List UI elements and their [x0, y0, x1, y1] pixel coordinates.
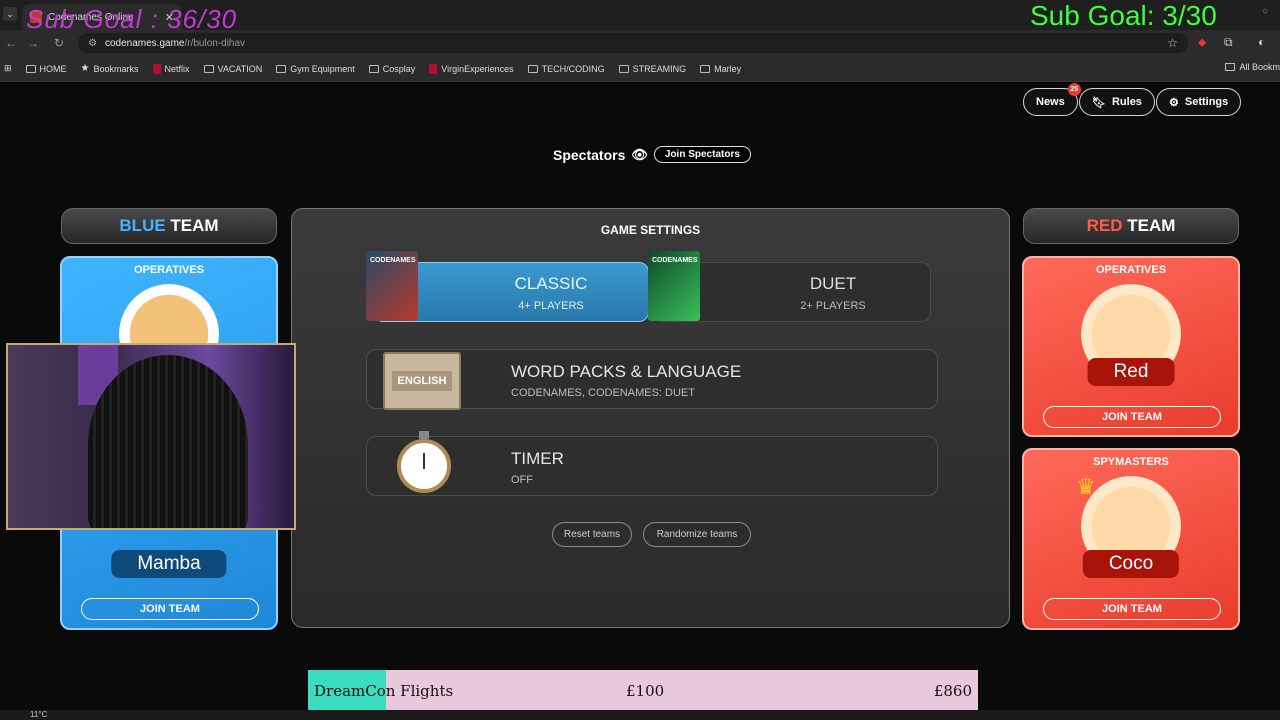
- blue-team-header: BLUE TEAM: [61, 208, 277, 244]
- virgin-icon: [429, 63, 438, 74]
- classic-title: CLASSIC: [514, 274, 588, 293]
- rules-button[interactable]: 🔖︎ Rules: [1079, 88, 1155, 116]
- word-packs-subtitle: CODENAMES, CODENAMES: DUET: [511, 387, 695, 399]
- forward-icon[interactable]: →: [26, 36, 40, 50]
- classic-subtitle: 4+ PLAYERS: [518, 300, 584, 312]
- blue-operatives-label: OPERATIVES: [133, 264, 205, 276]
- game-settings-title: GAME SETTINGS: [600, 223, 701, 237]
- eye-icon: 👁︎: [631, 146, 648, 162]
- folder-icon: [203, 64, 214, 73]
- profile-icon[interactable]: ◐: [1258, 35, 1265, 49]
- blue-spymaster-name: Mamba: [111, 550, 227, 578]
- blue-join-team-button[interactable]: JOIN TEAM: [81, 598, 259, 620]
- folder-icon: [1225, 63, 1236, 71]
- extensions-puzzle-icon[interactable]: ⧉: [1224, 35, 1233, 50]
- duet-title: DUET: [809, 274, 857, 293]
- timer-title: TIMER: [511, 449, 564, 468]
- red-team-header: RED TEAM: [1023, 208, 1239, 244]
- folder-icon: [618, 64, 629, 73]
- codenames-box-image: CODENAMES: [366, 251, 418, 321]
- folder-icon: [700, 64, 711, 73]
- red-spymaster-name: Coco: [1082, 550, 1180, 578]
- webcam-overlay: [6, 343, 296, 530]
- game-settings-panel: GAME SETTINGS CODENAMES CLASSIC 4+ PLAYE…: [291, 208, 1010, 628]
- bookmark-netflix[interactable]: Netflix: [152, 63, 190, 74]
- star-icon: ★: [80, 63, 90, 74]
- news-count-badge: 25: [1067, 83, 1081, 96]
- donation-label: DreamCon Flights: [314, 682, 454, 700]
- bookmark-star-icon[interactable]: ☆: [1167, 36, 1178, 50]
- donation-current: £100: [626, 682, 665, 700]
- duet-subtitle: 2+ PLAYERS: [800, 300, 866, 312]
- weather-temp: 11°C: [30, 710, 48, 719]
- stopwatch-icon: [397, 431, 451, 493]
- window-controls[interactable]: ○: [1262, 6, 1268, 17]
- gear-icon: ⚙: [1169, 96, 1179, 109]
- timer-value: OFF: [511, 474, 533, 486]
- bookmark-streaming[interactable]: STREAMING: [618, 64, 686, 74]
- codenames-duet-box-image: CODENAMES: [648, 251, 700, 321]
- bookmark-cosplay[interactable]: Cosplay: [368, 64, 415, 74]
- folder-icon: [25, 64, 36, 73]
- bookmarks-bar: ⊞ HOME ★ Bookmarks Netflix VACATION Gym E…: [0, 56, 1280, 82]
- bookmark-gym[interactable]: Gym Equipment: [276, 64, 355, 74]
- timer-row[interactable]: TIMER OFF: [366, 431, 938, 496]
- site-info-icon[interactable]: ⚙: [88, 38, 97, 49]
- bookmark-vacation[interactable]: VACATION: [203, 64, 262, 74]
- red-spymasters-label: SPYMASTERS: [1093, 456, 1169, 468]
- taskbar: 11°C: [0, 710, 1280, 720]
- bookmark-bookmarks[interactable]: ★ Bookmarks: [81, 63, 139, 74]
- donation-target: £860: [933, 682, 972, 700]
- duet-mode-option[interactable]: CODENAMES DUET 2+ PLAYERS: [648, 251, 931, 322]
- apps-grid-icon[interactable]: ⊞: [4, 63, 12, 74]
- bookmark-marley[interactable]: Marley: [700, 64, 741, 74]
- extension-icon[interactable]: ⬥: [1198, 35, 1206, 50]
- folder-icon: [527, 64, 538, 73]
- sub-goal-left-overlay: Sub Goal : 36/30: [26, 4, 238, 34]
- red-operatives-card: OPERATIVES Red JOIN TEAM: [1022, 256, 1240, 437]
- sub-goal-right-overlay: Sub Goal: 3/30: [1030, 0, 1217, 31]
- reload-icon[interactable]: ↻: [52, 36, 66, 50]
- red-spymasters-card: SPYMASTERS ♛ Coco JOIN TEAM: [1022, 448, 1240, 630]
- folder-icon: [276, 64, 287, 73]
- word-packs-row[interactable]: ENGLISH WORD PACKS & LANGUAGE CODENAMES,…: [366, 349, 938, 410]
- english-box-icon: ENGLISH: [383, 352, 461, 410]
- randomize-teams-button[interactable]: Randomize teams: [643, 522, 751, 547]
- netflix-icon: [152, 63, 161, 74]
- spectators-row: Spectators 👁︎ Join Spectators: [553, 146, 751, 163]
- bookmark-virgin[interactable]: VirginExperiences: [429, 63, 514, 74]
- bookmark-home[interactable]: HOME: [25, 64, 67, 74]
- red-operatives-label: OPERATIVES: [1095, 264, 1167, 276]
- back-icon[interactable]: ←: [4, 36, 18, 50]
- url-host: codenames.game: [104, 37, 185, 49]
- all-bookmarks[interactable]: All Bookm: [1225, 62, 1280, 72]
- reset-teams-button[interactable]: Reset teams: [552, 522, 632, 547]
- folder-icon: [368, 64, 379, 73]
- red-spymasters-join-button[interactable]: JOIN TEAM: [1043, 598, 1221, 620]
- url-path: /r/bulon-dihav: [184, 37, 246, 49]
- spectators-label: Spectators: [553, 146, 626, 163]
- url-field[interactable]: ⚙ codenames.game/r/bulon-dihav ☆: [78, 33, 1188, 53]
- bookmark-tech[interactable]: TECH/CODING: [527, 64, 605, 74]
- news-button[interactable]: News 25: [1023, 83, 1081, 116]
- classic-mode-option[interactable]: CODENAMES CLASSIC 4+ PLAYERS: [366, 251, 649, 322]
- red-operatives-join-button[interactable]: JOIN TEAM: [1043, 406, 1221, 428]
- tab-search-icon[interactable]: ⌄: [3, 7, 17, 21]
- word-packs-title: WORD PACKS & LANGUAGE: [511, 362, 742, 381]
- settings-button[interactable]: ⚙ Settings: [1156, 88, 1242, 116]
- red-operative-name: Red: [1087, 358, 1175, 386]
- bookmark-icon: 🔖︎: [1092, 96, 1106, 109]
- crown-icon: ♛: [1076, 474, 1096, 499]
- join-spectators-button[interactable]: Join Spectators: [653, 146, 751, 163]
- donation-goal-bar: DreamCon Flights £100 £860: [308, 670, 978, 712]
